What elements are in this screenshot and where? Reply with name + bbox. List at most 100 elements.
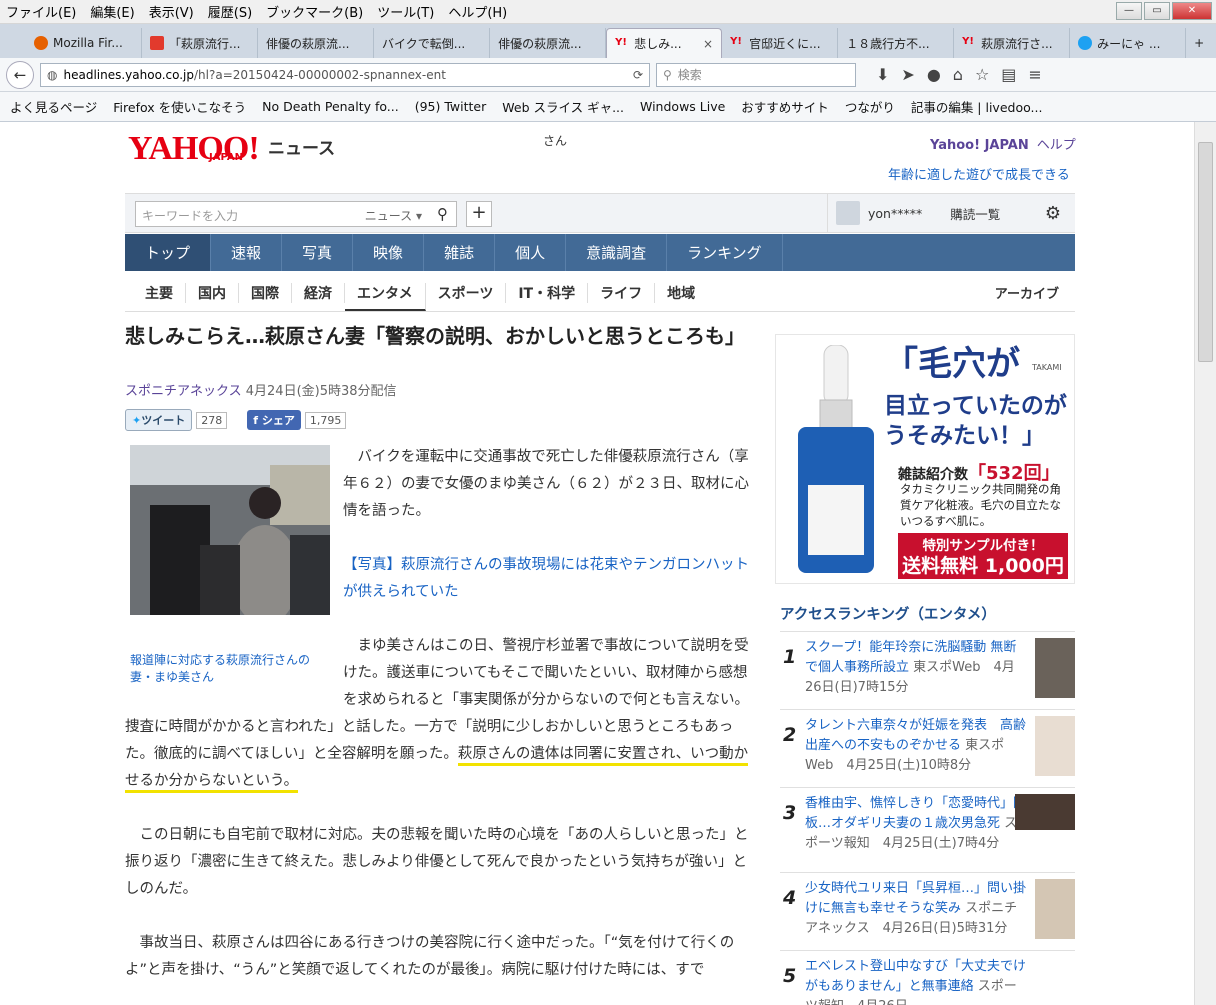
tweet-button[interactable]: ✦ツイート <box>125 409 193 431</box>
article-meta: スポニチアネックス 4月24日(金)5時38分配信 <box>125 380 397 399</box>
nav-photo[interactable]: 写真 <box>282 234 354 271</box>
chat-icon[interactable]: ● <box>927 65 941 84</box>
help-link[interactable]: ヘルプ <box>1037 138 1076 153</box>
share-count: 1,795 <box>304 411 347 429</box>
send-icon[interactable]: ➤ <box>901 65 914 84</box>
tab[interactable]: みーにゃ ... <box>1070 28 1187 58</box>
menu-view[interactable]: 表示(V) <box>149 2 194 21</box>
gear-icon[interactable]: ⚙ <box>1045 203 1061 224</box>
menu-bookmarks[interactable]: ブックマーク(B) <box>266 2 363 21</box>
browser-search-input[interactable]: ⚲ 検索 <box>656 62 856 87</box>
nav-breaking[interactable]: 速報 <box>211 234 283 271</box>
bookmark-item[interactable]: つながり <box>845 97 895 116</box>
yahoo-icon: Y! <box>962 36 974 47</box>
bookmark-item[interactable]: Firefox を使いこなそう <box>113 97 246 116</box>
new-tab-button[interactable]: + <box>1186 28 1216 58</box>
search-scope-select[interactable]: ニュース ▾ <box>365 207 422 224</box>
subscriptions-link[interactable]: 購読一覧 <box>950 204 1000 223</box>
reading-list-icon[interactable]: ▤ <box>1001 65 1016 84</box>
avatar[interactable] <box>836 201 860 225</box>
ranking-item[interactable]: 3 香椎由宇、憔悴しきり「恋愛時代」降板…オダギリ夫妻の１歳次男急死 スポーツ報… <box>780 787 1075 867</box>
tab[interactable]: Mozilla Fir... <box>26 28 143 58</box>
subnav-sports[interactable]: スポーツ <box>426 282 507 303</box>
maximize-button[interactable]: ▭ <box>1144 2 1170 20</box>
site-icon <box>150 36 165 50</box>
bookmark-item[interactable]: おすすめサイト <box>741 97 829 116</box>
user-area: yon***** 購読一覧 ⚙ <box>827 194 1075 232</box>
bookmark-item[interactable]: よく見るページ <box>10 97 97 116</box>
archive-link[interactable]: アーカイブ <box>995 283 1059 302</box>
tab[interactable]: 俳優の萩原流... <box>258 28 375 58</box>
subnav-entertainment[interactable]: エンタメ <box>345 282 426 311</box>
menu-tools[interactable]: ツール(T) <box>377 2 434 21</box>
hamburger-menu-icon[interactable]: ≡ <box>1028 65 1041 84</box>
ranking-item[interactable]: 2 タレント六車奈々が妊娠を発表 高齢出産への不安ものぞかせる 東スポWeb 4… <box>780 709 1075 789</box>
bookmark-item[interactable]: No Death Penalty fo... <box>262 99 399 114</box>
tab[interactable]: 俳優の萩原流... <box>490 28 607 58</box>
nav-ranking[interactable]: ランキング <box>667 234 783 271</box>
minimize-button[interactable]: — <box>1116 2 1142 20</box>
yahoo-japan-link[interactable]: Yahoo! JAPAN <box>930 138 1029 153</box>
tab-active[interactable]: Y! 悲しみ... × <box>606 28 723 58</box>
tab[interactable]: Y! 萩原流行さ... <box>954 28 1071 58</box>
add-button[interactable]: + <box>466 201 492 227</box>
nav-individual[interactable]: 個人 <box>495 234 567 271</box>
menu-help[interactable]: ヘルプ(H) <box>448 2 507 21</box>
ad-cta-button[interactable]: 特別サンプル付き！送料無料 1,000円 ▸ <box>898 533 1068 583</box>
scrollbar-thumb[interactable] <box>1198 142 1213 362</box>
yahoo-icon: Y! <box>730 36 742 47</box>
article-source[interactable]: スポニチアネックス <box>125 384 242 399</box>
ranking-item[interactable]: 4 少女時代ユリ来日「呉昇桓…」問い掛けに無言も幸せそうな笑み スポニチアネック… <box>780 872 1075 952</box>
tab[interactable]: Y! 官邸近くに... <box>722 28 839 58</box>
ad-description: タカミクリニック共同開発の角質ケア化粧液。毛穴の目立たないつるすべ肌に。 <box>900 482 1061 528</box>
tab-close-icon[interactable]: × <box>703 37 713 51</box>
subnav-domestic[interactable]: 国内 <box>186 282 239 303</box>
tab-bar: Mozilla Fir... 「萩原流行... 俳優の萩原流... バイクで転倒… <box>0 24 1216 58</box>
tab[interactable]: 「萩原流行... <box>142 28 259 58</box>
subnav-region[interactable]: 地域 <box>655 283 707 303</box>
subnav-economy[interactable]: 経済 <box>292 282 345 303</box>
search-icon[interactable]: ⚲ <box>437 205 448 223</box>
top-links: Yahoo! JAPAN ヘルプ <box>930 134 1084 153</box>
subnav-it-science[interactable]: IT・科学 <box>506 282 589 303</box>
search-icon: ⚲ <box>663 67 672 82</box>
username[interactable]: yon***** <box>868 206 922 221</box>
home-icon[interactable]: ⌂ <box>953 65 963 84</box>
nav-survey[interactable]: 意識調査 <box>566 234 668 271</box>
bookmark-item[interactable]: 記事の編集 | livedoo... <box>911 97 1043 116</box>
advertisement[interactable]: 「毛穴が 目立っていたのが うそみたい！」 雑誌紹介数「532回」 タカミクリニ… <box>775 334 1075 584</box>
keyword-search-input[interactable]: キーワードを入力 ニュース ▾ ⚲ <box>135 201 457 227</box>
ranking-item[interactable]: 5 エベレスト登山中なすび「大丈夫でけがもありません」と無事連絡 スポーツ報知 … <box>780 950 1075 1005</box>
url-bar[interactable]: ◍ headlines.yahoo.co.jp/hl?a=20150424-00… <box>40 62 650 87</box>
logo-sub: JAPAN <box>209 152 243 163</box>
share-button[interactable]: f シェア <box>247 410 301 430</box>
subnav-main[interactable]: 主要 <box>133 282 186 303</box>
ranking-thumbnail <box>1035 879 1075 939</box>
bookmark-item[interactable]: Web スライス ギャ... <box>502 97 624 116</box>
ranking-item[interactable]: 1 スクープ！能年玲奈に洗脳騒動 無断で個人事務所設立 東スポWeb 4月26日… <box>780 631 1075 711</box>
vertical-scrollbar[interactable] <box>1194 122 1216 1005</box>
article-title: 悲しみこらえ…萩原さん妻「警察の説明、おかしいと思うところも」 <box>125 324 745 348</box>
nav-video[interactable]: 映像 <box>353 234 425 271</box>
sub-nav: 主要 国内 国際 経済 エンタメ スポーツ IT・科学 ライフ 地域 アーカイブ <box>125 274 1075 312</box>
reload-icon[interactable]: ⟳ <box>633 68 643 82</box>
serum-bottle-image <box>798 345 874 573</box>
back-button[interactable]: ← <box>6 60 34 89</box>
menu-file[interactable]: ファイル(E) <box>6 2 76 21</box>
subnav-life[interactable]: ライフ <box>588 282 656 303</box>
menu-history[interactable]: 履歴(S) <box>208 2 252 21</box>
section-name[interactable]: ニュース <box>268 134 335 159</box>
ad-headline-1: 「毛穴が <box>884 346 1020 383</box>
promo-link[interactable]: 年齢に適した遊びで成長できる <box>888 164 1070 183</box>
subnav-international[interactable]: 国際 <box>239 282 292 303</box>
download-icon[interactable]: ⬇ <box>876 65 889 84</box>
tab[interactable]: １８歳行方不... <box>838 28 955 58</box>
bookmark-item[interactable]: (95) Twitter <box>415 99 487 114</box>
nav-magazine[interactable]: 雑誌 <box>424 234 496 271</box>
nav-top[interactable]: トップ <box>125 234 212 271</box>
tab[interactable]: バイクで転倒... <box>374 28 491 58</box>
close-window-button[interactable]: ✕ <box>1172 2 1212 20</box>
menu-edit[interactable]: 編集(E) <box>90 2 134 21</box>
bookmark-star-icon[interactable]: ☆ <box>975 65 989 84</box>
bookmark-item[interactable]: Windows Live <box>640 99 725 114</box>
